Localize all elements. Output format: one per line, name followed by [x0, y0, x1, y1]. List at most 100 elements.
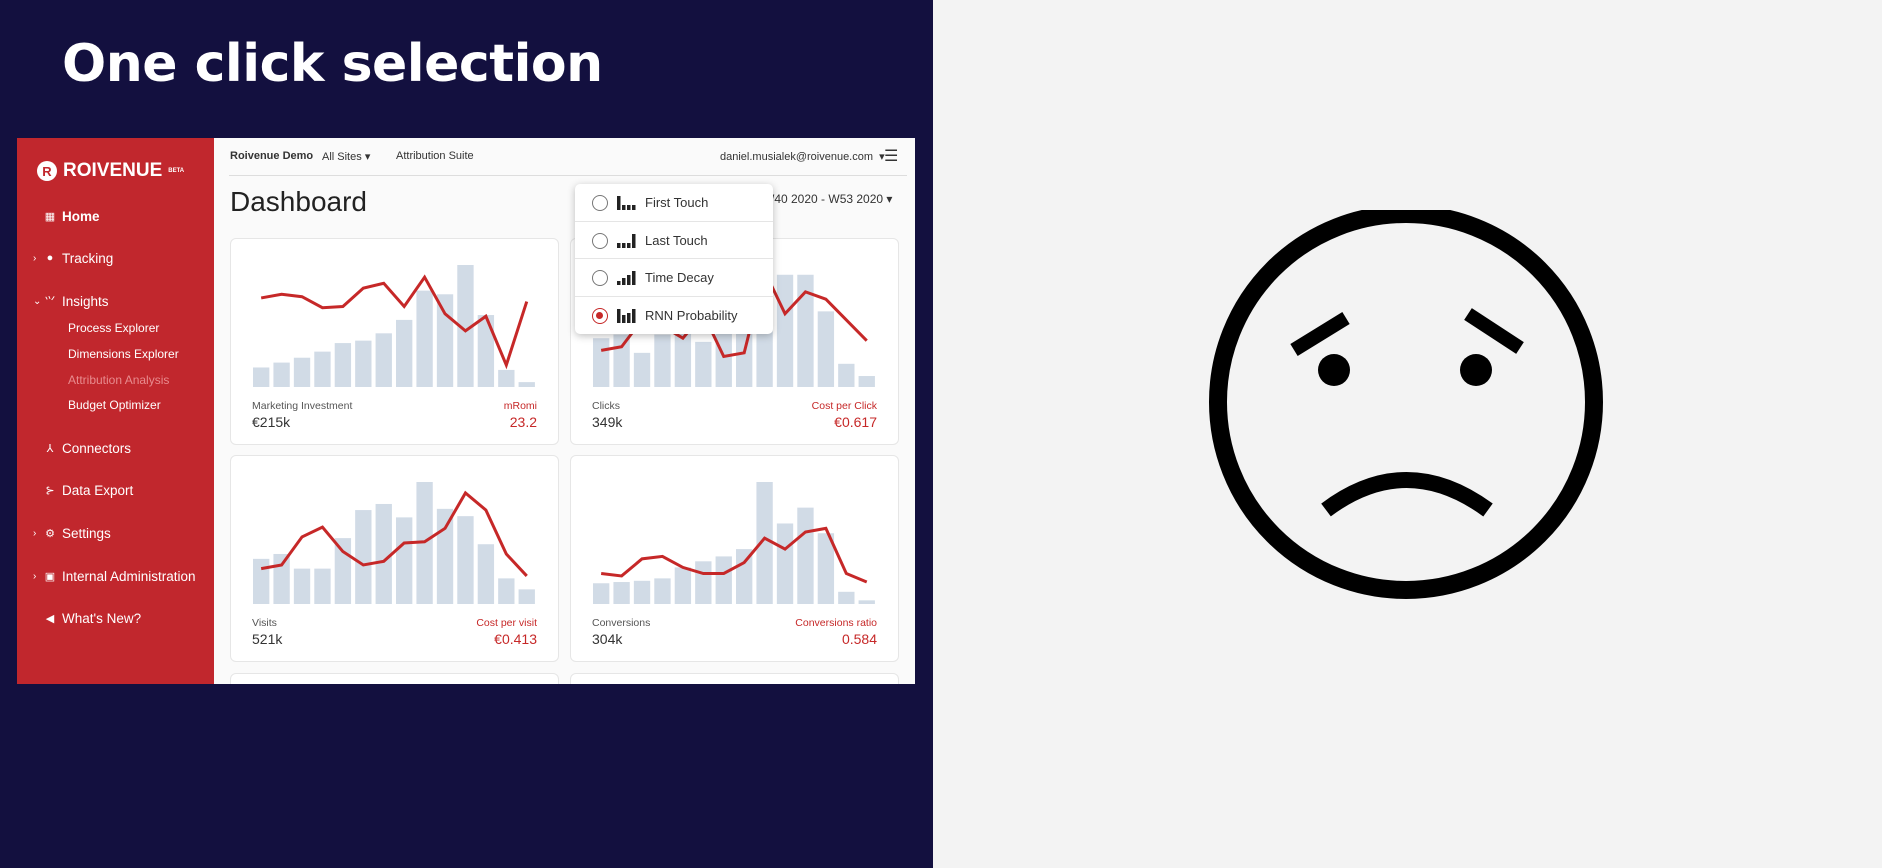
site-label: All Sites [322, 151, 362, 163]
chart-bar [293, 568, 311, 604]
chart-bar [334, 343, 352, 387]
left-label: Marketing Investment [252, 400, 353, 412]
label: Home [62, 208, 100, 224]
chart-bar [715, 332, 732, 387]
suite-link[interactable]: Attribution Suite [396, 150, 474, 162]
chart-bar [593, 338, 610, 387]
attribution-bars-icon [617, 308, 636, 323]
chart-bar [858, 376, 875, 387]
radio-button[interactable] [592, 195, 608, 211]
chart-card[interactable]: Marketing Investment €215k mRomi 23.2 [230, 238, 559, 445]
gear-icon: ⚙ [45, 527, 55, 540]
attribution-bars-icon [617, 271, 636, 285]
left-value: €215k [252, 414, 291, 430]
left-label: Visits [252, 617, 277, 629]
left-value: 349k [592, 414, 623, 430]
chart-bar [838, 591, 855, 604]
chart-bar [314, 351, 331, 387]
caret-down-icon: ▾ [886, 192, 893, 206]
bar-line-chart [593, 482, 875, 604]
right-value: €0.413 [494, 631, 537, 647]
sidebar-sub-budget-optimizer[interactable]: Budget Optimizer [68, 398, 161, 412]
chart-bar [838, 363, 855, 387]
date-range-label: W40 2020 - W53 2020 [763, 192, 884, 206]
chevron-right-icon: › [33, 252, 37, 264]
label: Connectors [62, 440, 132, 456]
admin-icon: ▣ [44, 570, 56, 583]
chart-bar [613, 582, 630, 604]
chevron-down-icon: ⌄ [33, 295, 42, 307]
chart-bar [355, 340, 372, 387]
menu-option[interactable]: RNN Probability [575, 297, 773, 335]
chart-bar [273, 553, 290, 604]
chart-bar [355, 510, 372, 604]
slide-title: One click selection [62, 34, 603, 94]
chart-card-partial [570, 673, 899, 684]
chart-bar [858, 600, 875, 604]
menu-option[interactable]: Last Touch [575, 222, 773, 259]
radio-button[interactable] [592, 307, 608, 324]
radio-button[interactable] [592, 270, 608, 286]
left-label: Clicks [592, 400, 620, 412]
header-divider [229, 175, 907, 176]
account-name[interactable]: Roivenue Demo [230, 150, 313, 162]
menu-option[interactable]: First Touch [575, 184, 773, 222]
grid-icon: ▦ [44, 210, 56, 223]
chart-bar [695, 341, 712, 387]
site-selector[interactable]: All Sites ▾ [322, 150, 370, 163]
export-icon: ⊱ [45, 484, 55, 497]
right-value: 23.2 [509, 414, 537, 430]
option-label: Time Decay [645, 270, 714, 285]
slide-panel: One click selection R ROIVENUE BETA ▦ Home … [0, 0, 933, 868]
label: Internal Administration [62, 568, 196, 584]
chart-bar [253, 558, 270, 604]
right-label: Cost per Click [811, 400, 877, 412]
chart-bar [477, 544, 495, 604]
chart-bar [633, 352, 651, 387]
chart-bar [654, 578, 671, 604]
option-label: Last Touch [645, 232, 708, 248]
chart-bar [695, 561, 712, 604]
label: Data Export [62, 482, 134, 498]
chart-bar [293, 357, 311, 387]
attribution-bars-icon [617, 233, 636, 248]
chart-bar [273, 362, 290, 387]
chevron-right-icon: › [33, 570, 37, 582]
chart-bar [498, 578, 515, 604]
right-label: Cost per visit [476, 617, 537, 629]
date-range-selector[interactable]: W40 2020 - W53 2020 ▾ [763, 192, 892, 206]
chart-bar [416, 290, 433, 387]
chart-card[interactable]: Conversions 304k Conversions ratio 0.584 [570, 455, 899, 662]
label: Insights [62, 293, 109, 309]
chart-bar [436, 508, 454, 604]
user-menu[interactable]: daniel.musialek@roivenue.com ▾ [720, 150, 885, 163]
brand-name: ROIVENUE [63, 160, 163, 181]
chart-card[interactable]: Visits 521k Cost per visit €0.413 [230, 455, 559, 662]
chart-bar [457, 516, 474, 604]
logo[interactable]: R ROIVENUE BETA [37, 160, 184, 182]
attribution-bars-icon [617, 196, 636, 210]
radio-button[interactable] [592, 232, 608, 249]
chart-bar [334, 538, 352, 604]
logo-icon: R [37, 161, 57, 181]
sidebar: R ROIVENUE BETA ▦ Home › ● Tracking ⌄ ⺍ Insight… [17, 138, 214, 684]
right-value: 0.584 [841, 631, 877, 647]
chevron-right-icon: › [33, 527, 37, 539]
sidebar-sub-process-explorer[interactable]: Process Explorer [68, 321, 159, 335]
beta-badge: BETA [168, 168, 185, 174]
app-screenshot: R ROIVENUE BETA ▦ Home › ● Tracking ⌄ ⺍ Insight… [17, 138, 915, 684]
main-area: Roivenue Demo All Sites ▾ Attribution Su… [214, 138, 915, 684]
chart-bar [715, 556, 732, 604]
bar-line-chart [253, 265, 535, 387]
option-label: RNN Probability [645, 307, 738, 323]
chart-bar [518, 589, 535, 604]
user-email: daniel.musialek@roivenue.com [720, 151, 874, 163]
chart-bar [593, 583, 610, 604]
chart-bar [633, 580, 651, 604]
chart-bar [518, 382, 535, 387]
sidebar-sub-dimensions-explorer[interactable]: Dimensions Explorer [68, 347, 179, 361]
sidebar-sub-attribution-analysis[interactable]: Attribution Analysis [68, 373, 169, 387]
chart-bar [674, 567, 692, 604]
filter-icon[interactable]: ☰ [884, 146, 898, 166]
menu-option[interactable]: Time Decay [575, 259, 773, 297]
